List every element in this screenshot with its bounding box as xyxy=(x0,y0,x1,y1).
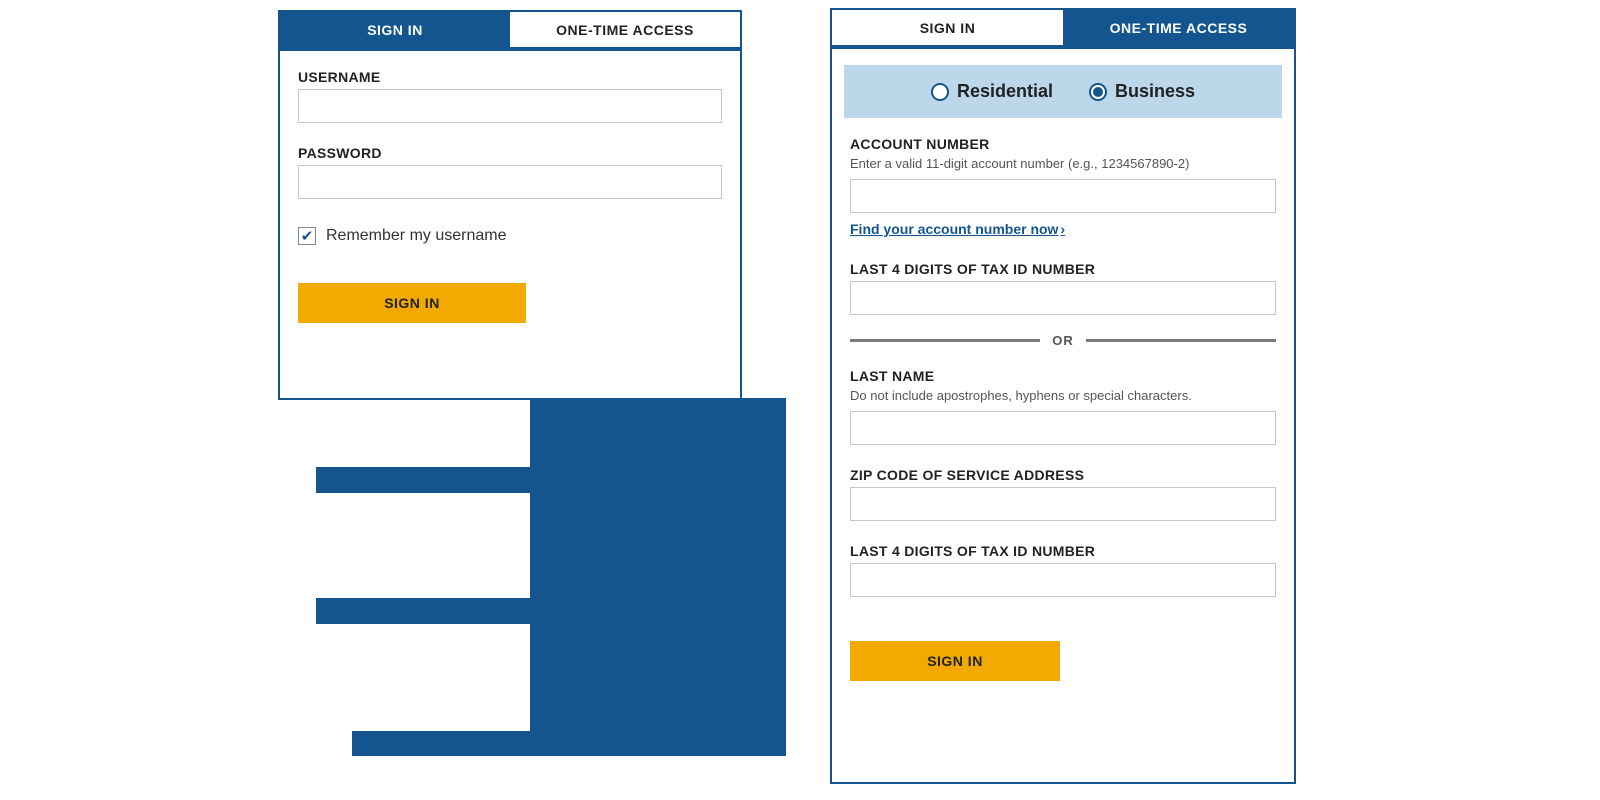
decorative-block xyxy=(530,398,786,756)
remember-row: ✔ Remember my username xyxy=(298,227,722,245)
account-type-radio-group: Residential Business xyxy=(844,65,1282,118)
find-account-link[interactable]: Find your account number now › xyxy=(850,221,1065,237)
tax-id-input-2[interactable] xyxy=(850,563,1276,597)
remember-checkbox[interactable]: ✔ xyxy=(298,227,316,245)
chevron-right-icon: › xyxy=(1060,221,1065,237)
password-label: PASSWORD xyxy=(298,145,722,161)
divider-line xyxy=(1086,339,1276,342)
tab-onetime-access[interactable]: ONE-TIME ACCESS xyxy=(510,12,740,51)
tabs: SIGN IN ONE-TIME ACCESS xyxy=(832,10,1294,49)
or-divider: OR xyxy=(850,333,1276,348)
username-input[interactable] xyxy=(298,89,722,123)
signin-button[interactable]: SIGN IN xyxy=(850,641,1060,681)
radio-business-label: Business xyxy=(1115,81,1195,102)
decorative-block xyxy=(316,467,532,493)
signin-panel: SIGN IN ONE-TIME ACCESS USERNAME PASSWOR… xyxy=(278,10,742,400)
zip-input[interactable] xyxy=(850,487,1276,521)
remember-label: Remember my username xyxy=(326,227,507,245)
password-input[interactable] xyxy=(298,165,722,199)
tax-id-input[interactable] xyxy=(850,281,1276,315)
lastname-input[interactable] xyxy=(850,411,1276,445)
account-number-help: Enter a valid 11-digit account number (e… xyxy=(850,156,1276,173)
decorative-block xyxy=(352,731,532,756)
radio-residential-label: Residential xyxy=(957,81,1053,102)
account-number-label: ACCOUNT NUMBER xyxy=(850,136,1276,152)
radio-residential[interactable]: Residential xyxy=(931,81,1053,102)
lastname-help: Do not include apostrophes, hyphens or s… xyxy=(850,388,1276,405)
radio-business[interactable]: Business xyxy=(1089,81,1195,102)
divider-line xyxy=(850,339,1040,342)
zip-label: ZIP CODE OF SERVICE ADDRESS xyxy=(850,467,1276,483)
decorative-block xyxy=(316,598,532,624)
signin-form: USERNAME PASSWORD ✔ Remember my username… xyxy=(280,51,740,323)
tab-signin[interactable]: SIGN IN xyxy=(280,12,510,51)
tax-id-label: LAST 4 DIGITS OF TAX ID NUMBER xyxy=(850,261,1276,277)
onetime-panel: SIGN IN ONE-TIME ACCESS Residential Busi… xyxy=(830,8,1296,784)
account-number-input[interactable] xyxy=(850,179,1276,213)
find-account-link-text: Find your account number now xyxy=(850,221,1058,237)
tax-id-label-2: LAST 4 DIGITS OF TAX ID NUMBER xyxy=(850,543,1276,559)
signin-button[interactable]: SIGN IN xyxy=(298,283,526,323)
lastname-label: LAST NAME xyxy=(850,368,1276,384)
tab-signin[interactable]: SIGN IN xyxy=(832,10,1063,49)
tabs: SIGN IN ONE-TIME ACCESS xyxy=(280,12,740,51)
radio-icon xyxy=(931,83,949,101)
username-label: USERNAME xyxy=(298,69,722,85)
radio-icon xyxy=(1089,83,1107,101)
tab-onetime-access[interactable]: ONE-TIME ACCESS xyxy=(1063,10,1294,49)
or-text: OR xyxy=(1052,333,1074,348)
